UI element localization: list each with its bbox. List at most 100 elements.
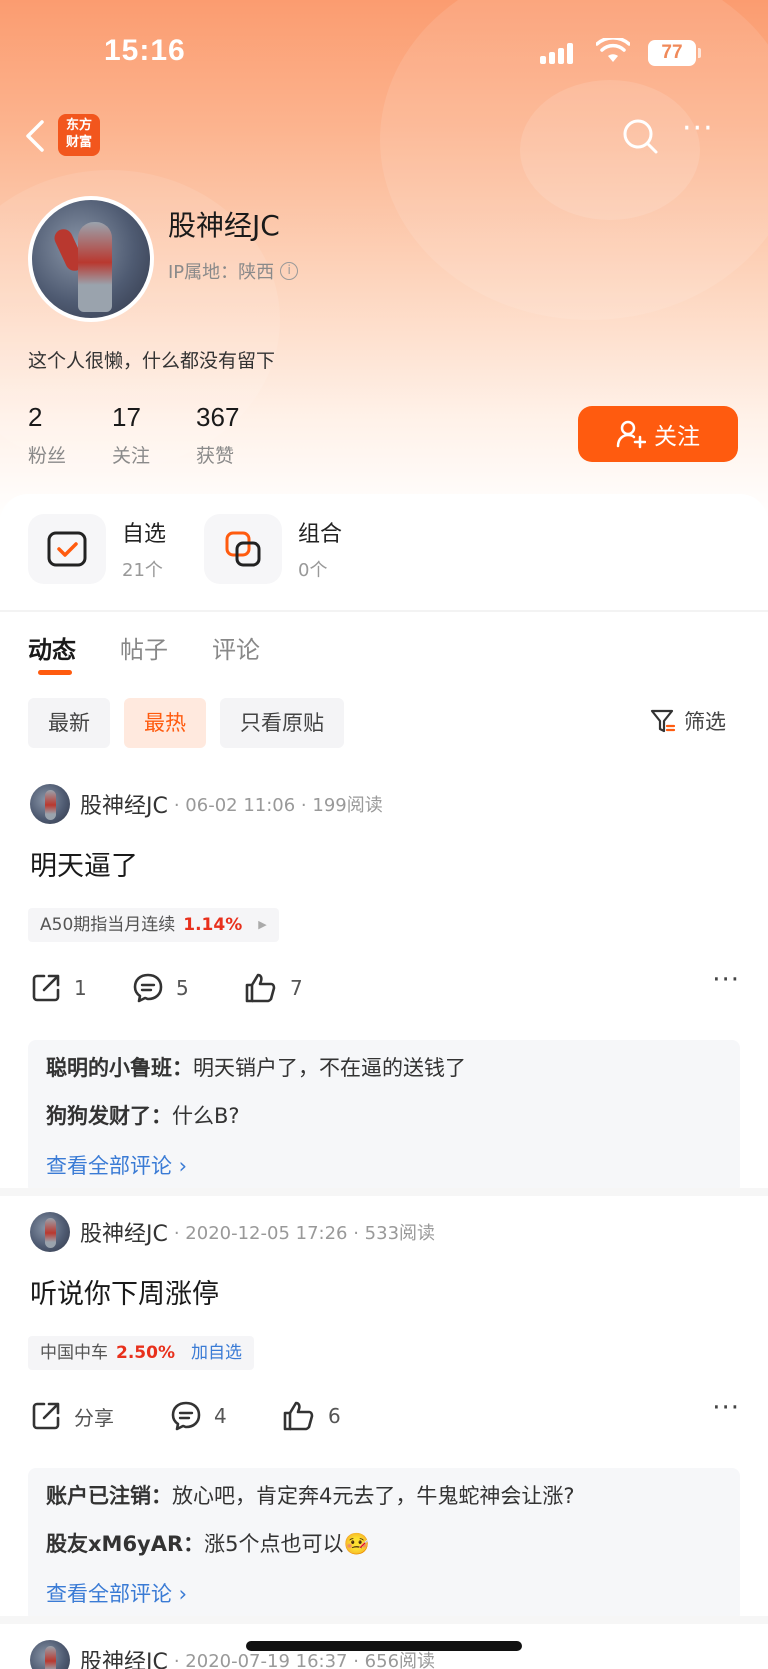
profile-stats: 2 粉丝 17 关注 367 获赞 (28, 402, 285, 468)
tab-activity[interactable]: 动态 (28, 630, 76, 675)
like-button[interactable]: 6 (282, 1400, 341, 1432)
author-avatar[interactable] (30, 1212, 70, 1252)
home-indicator[interactable] (246, 1641, 522, 1651)
see-all-comments-link[interactable]: 查看全部评论 › (46, 1578, 722, 1608)
back-button[interactable] (22, 116, 52, 156)
post-actions: 1 5 7 ··· (30, 967, 740, 1008)
ip-location: IP属地：陕西 i (168, 258, 299, 284)
commenter-name[interactable]: 股友xM6yAR： (46, 1532, 204, 1556)
profile-username: 股神经JC (168, 209, 280, 242)
author-name[interactable]: 股神经JC (80, 1216, 168, 1248)
filter-original-only[interactable]: 只看原贴 (220, 698, 344, 748)
comment-preview[interactable]: 聪明的小鲁班：明天销户了，不在逼的送钱了 狗狗发财了：什么B? 查看全部评论 › (28, 1040, 740, 1194)
post-header: 股神经JC · 2020-12-05 17:26 · 533阅读 (30, 1212, 435, 1252)
author-name[interactable]: 股神经JC (80, 1644, 168, 1669)
comment-text: 放心吧，肯定奔4元去了，牛鬼蛇神会让涨? (172, 1484, 575, 1508)
sort-filters: 最新 最热 只看原贴 (28, 698, 358, 748)
stock-name: A50期指当月连续 (40, 915, 176, 935)
post-more-button[interactable]: ··· (712, 1395, 740, 1421)
profile-bio: 这个人很懒，什么都没有留下 (28, 350, 276, 372)
shortcut-watchlist[interactable]: 自选 21个 (28, 514, 174, 584)
ip-location-label: IP属地：陕西 (168, 262, 275, 283)
filter-hottest[interactable]: 最热 (124, 698, 206, 748)
shortcut-portfolio[interactable]: 组合 0个 (204, 514, 350, 584)
post-title[interactable]: 明天逼了 (30, 844, 138, 883)
filter-icon (650, 709, 676, 733)
post-separator (0, 1616, 768, 1624)
follow-button-label: 关注 (654, 424, 700, 450)
watchlist-icon (28, 514, 106, 584)
profile-avatar[interactable] (28, 196, 154, 322)
shortcut-portfolio-title: 组合 (298, 522, 343, 547)
comment-preview[interactable]: 账户已注销：放心吧，肯定奔4元去了，牛鬼蛇神会让涨? 股友xM6yAR：涨5个点… (28, 1468, 740, 1622)
post-header: 股神经JC · 06-02 11:06 · 199阅读 (30, 784, 383, 824)
tab-posts[interactable]: 帖子 (120, 630, 168, 665)
see-all-comments-link[interactable]: 查看全部评论 › (46, 1150, 722, 1180)
comment-text: 什么B? (172, 1104, 240, 1128)
shortcuts: 自选 21个 组合 0个 (28, 514, 380, 584)
battery-icon: 77 (648, 40, 701, 66)
thumbs-up-icon (283, 1401, 314, 1431)
post-more-button[interactable]: ··· (712, 967, 740, 993)
post-item[interactable]: 股神经JC · 06-02 11:06 · 199阅读 明天逼了 A50期指当月… (0, 784, 768, 1194)
commenter-name[interactable]: 狗狗发财了： (46, 1104, 172, 1128)
stat-likes[interactable]: 367 获赞 (196, 402, 239, 468)
shortcut-portfolio-count: 0个 (298, 560, 328, 581)
like-button[interactable]: 7 (244, 972, 303, 1004)
comment-item: 聪明的小鲁班：明天销户了，不在逼的送钱了 (46, 1054, 722, 1082)
stat-following[interactable]: 17 关注 (112, 402, 150, 468)
post-meta: · 2020-12-05 17:26 · 533阅读 (173, 1223, 436, 1244)
play-arrow-icon: ▶ (258, 918, 267, 931)
stock-tag[interactable]: 中国中车 2.50% 加自选 (28, 1336, 254, 1370)
search-button[interactable] (620, 116, 660, 156)
post-item[interactable]: 股神经JC · 2020-12-05 17:26 · 533阅读 听说你下周涨停… (0, 1212, 768, 1622)
status-bar: 15:16 77 (0, 28, 768, 78)
author-avatar[interactable] (30, 784, 70, 824)
divider (0, 610, 768, 612)
comment-text: 涨5个点也可以🤒 (204, 1532, 370, 1556)
filter-button[interactable]: 筛选 (650, 706, 726, 736)
stock-name: 中国中车 (40, 1343, 108, 1363)
stock-change: 1.14% (183, 915, 243, 935)
comment-button[interactable]: 4 (170, 1400, 282, 1432)
author-name[interactable]: 股神经JC (80, 788, 168, 820)
search-icon (623, 119, 658, 154)
post-meta: · 06-02 11:06 · 199阅读 (173, 795, 383, 816)
post-actions: 分享 4 6 ··· (30, 1395, 740, 1436)
status-time: 15:16 (104, 34, 186, 67)
content-tabs: 动态 帖子 评论 (28, 630, 304, 675)
add-user-icon (616, 420, 646, 449)
stat-followers[interactable]: 2 粉丝 (28, 402, 66, 468)
info-icon[interactable]: i (280, 262, 299, 280)
comment-icon (171, 1401, 201, 1431)
filter-latest[interactable]: 最新 (28, 698, 110, 748)
cellular-signal-icon (540, 42, 576, 64)
comment-icon (133, 973, 163, 1003)
post-title[interactable]: 听说你下周涨停 (30, 1272, 219, 1311)
share-button[interactable]: 1 (30, 972, 132, 1004)
profile-content-card: 自选 21个 组合 0个 动态 帖子 评论 最新 最热 只看原贴 筛选 股神经J… (0, 494, 768, 1669)
more-options-button[interactable]: ··· (682, 114, 722, 146)
add-to-watchlist-link[interactable]: 加自选 (191, 1336, 242, 1370)
top-nav: 东方 财富 ··· (0, 110, 768, 166)
portfolio-icon (204, 514, 282, 584)
comment-text: 明天销户了，不在逼的送钱了 (193, 1056, 466, 1080)
share-button[interactable]: 分享 (30, 1400, 170, 1432)
post-separator (0, 1188, 768, 1196)
stock-tag[interactable]: A50期指当月连续 1.14% ▶ (28, 908, 279, 942)
share-icon (32, 1402, 60, 1430)
commenter-name[interactable]: 账户已注销： (46, 1484, 172, 1508)
commenter-name[interactable]: 聪明的小鲁班： (46, 1056, 193, 1080)
chevron-left-icon (26, 120, 44, 152)
follow-button[interactable]: 关注 (578, 406, 738, 462)
author-avatar[interactable] (30, 1640, 70, 1669)
tab-comments[interactable]: 评论 (212, 630, 260, 665)
comment-item: 狗狗发财了：什么B? (46, 1102, 722, 1130)
filter-button-label: 筛选 (684, 710, 726, 734)
shortcut-watchlist-count: 21个 (122, 560, 163, 581)
thumbs-up-icon (245, 973, 276, 1003)
comment-item: 股友xM6yAR：涨5个点也可以🤒 (46, 1530, 722, 1558)
shortcut-watchlist-title: 自选 (122, 522, 167, 547)
share-icon (32, 974, 60, 1002)
comment-button[interactable]: 5 (132, 972, 244, 1004)
